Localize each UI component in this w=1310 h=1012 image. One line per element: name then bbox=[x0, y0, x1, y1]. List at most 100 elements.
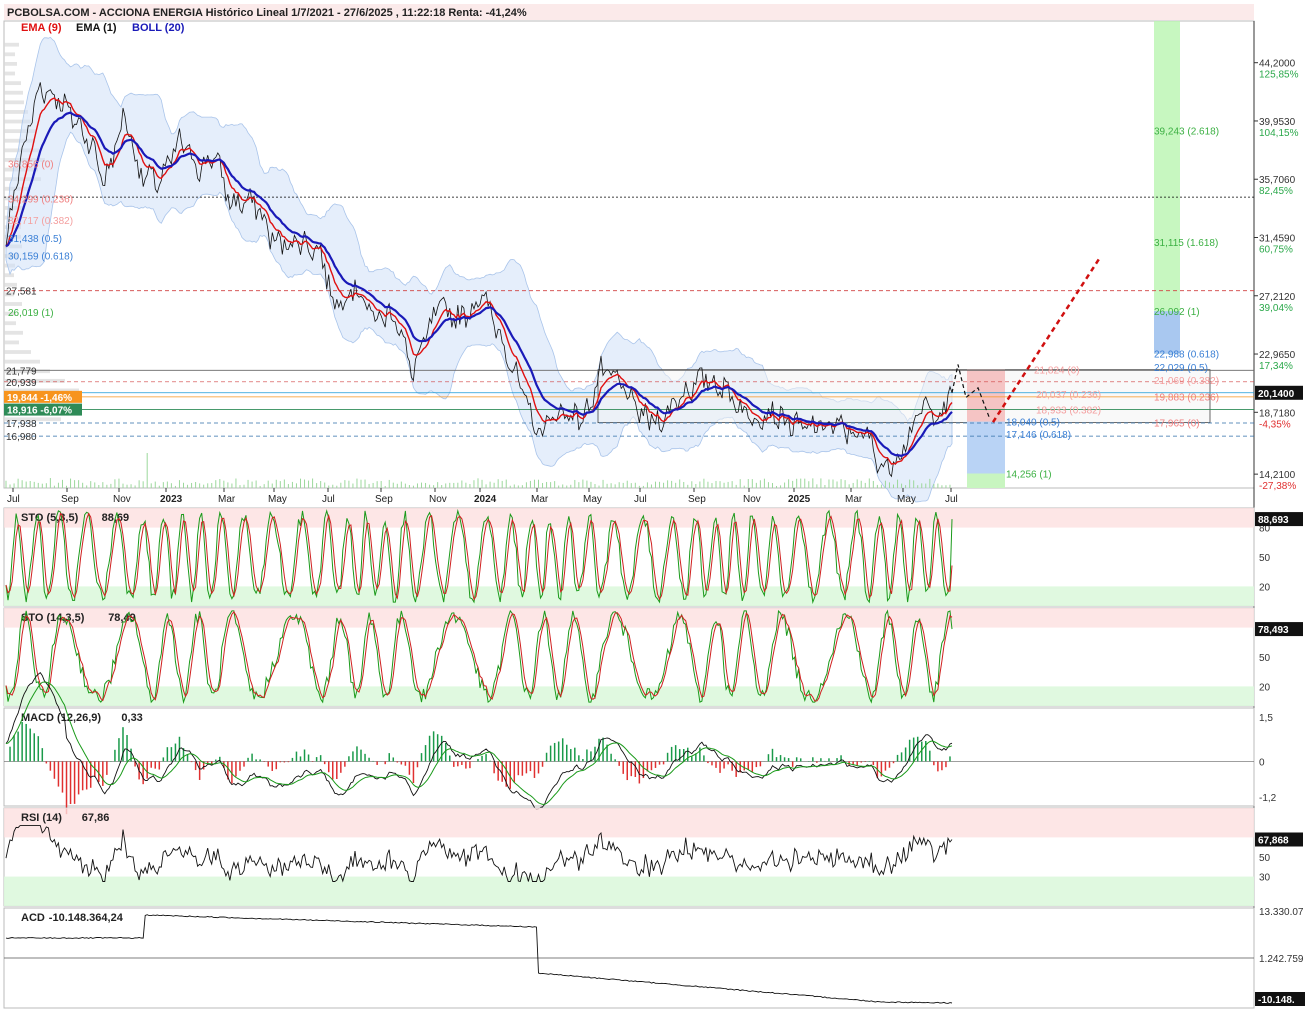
fib-drop-zone-blue bbox=[967, 421, 1005, 474]
panel-label: STO (5,3,5) bbox=[21, 512, 79, 524]
left-level-label: 20,939 bbox=[6, 378, 37, 389]
panel-level-label: 1,5 bbox=[1259, 713, 1273, 724]
last-price-label: 20,1400 bbox=[1258, 389, 1295, 400]
fib-left-label: 32,717 (0.382) bbox=[8, 216, 73, 227]
x-tick-label: Mar bbox=[845, 494, 863, 505]
pct-tick-label: 104,15% bbox=[1259, 128, 1299, 139]
x-tick-label: Jul bbox=[7, 494, 20, 505]
panel-level-label: 20 bbox=[1259, 682, 1271, 693]
price-tick-label: 22,9650 bbox=[1259, 350, 1296, 361]
volume-profile-bar bbox=[4, 302, 22, 306]
x-tick-label: Sep bbox=[61, 494, 79, 505]
panel-level-label: 50 bbox=[1259, 653, 1271, 664]
x-tick-label: Nov bbox=[429, 494, 447, 505]
fib-right-label: 21,824 (0) bbox=[1034, 366, 1080, 377]
panel-level-label: 30 bbox=[1259, 873, 1271, 884]
left-level-label: 27,581 bbox=[6, 287, 37, 298]
consolidation-box bbox=[597, 369, 1211, 424]
bollinger-band bbox=[5, 36, 953, 503]
legend-boll: BOLL (20) bbox=[132, 22, 185, 34]
volume-profile-bar bbox=[4, 273, 14, 278]
panel-level-label: 50 bbox=[1259, 553, 1271, 564]
legend-ema1: EMA (1) bbox=[76, 22, 117, 34]
volume-profile-bar bbox=[4, 90, 23, 95]
volume-profile-bar bbox=[4, 62, 17, 66]
price-tick-label: 35,7060 bbox=[1259, 175, 1296, 186]
volume-profile-bar bbox=[4, 71, 15, 76]
pct-tick-label: -27,38% bbox=[1259, 481, 1296, 492]
x-tick-label: Nov bbox=[113, 494, 131, 505]
fib-right-label: 17,146 (0.618) bbox=[1006, 430, 1071, 441]
fib-drop-zone-green bbox=[967, 473, 1005, 488]
oversold-zone bbox=[4, 876, 1254, 906]
volume-profile-bar bbox=[4, 330, 23, 335]
panel-value: 67,86 bbox=[82, 812, 110, 824]
legend-ema9: EMA (9) bbox=[21, 22, 62, 34]
volume-profile-bar bbox=[4, 81, 21, 86]
fib-right-label: 22,029 (0.5) bbox=[1154, 363, 1208, 374]
fib-right-label: 22,988 (0.618) bbox=[1154, 350, 1219, 361]
x-tick-label: May bbox=[897, 494, 916, 505]
volume-profile-bar bbox=[4, 340, 19, 345]
volume-profile-bar bbox=[4, 359, 40, 364]
x-tick-label: Jul bbox=[634, 494, 647, 505]
fib-right-label: 18,933 (0.382) bbox=[1036, 405, 1101, 416]
fib-left-label: 36,856 (0) bbox=[8, 159, 54, 170]
left-level-label: 17,938 bbox=[6, 419, 37, 430]
pct-tick-label: 39,04% bbox=[1259, 303, 1293, 314]
panel-level-label: -1,2 bbox=[1259, 793, 1277, 804]
panel-last-label: 67,868 bbox=[1258, 835, 1289, 846]
fib-left-label: 26,019 (1) bbox=[8, 308, 54, 319]
x-tick-label: Mar bbox=[531, 494, 549, 505]
fib-left-label: 34,299 (0.236) bbox=[8, 195, 73, 206]
panel-level-label: 50 bbox=[1259, 853, 1271, 864]
left-level-label: 16,980 bbox=[6, 432, 37, 443]
fib-left-label: 31,438 (0.5) bbox=[8, 234, 62, 245]
panel-level-label: 20 bbox=[1259, 582, 1271, 593]
overbought-zone bbox=[4, 508, 1254, 528]
panel-level-label: 1.242.759 bbox=[1259, 954, 1304, 965]
panel-level-label: 0 bbox=[1259, 757, 1265, 768]
panel-label: RSI (14) bbox=[21, 812, 62, 824]
x-tick-label: 2025 bbox=[788, 494, 811, 505]
indicator-panels: 805020STO (5,3,5)88,6988,693805020STO (1… bbox=[3, 507, 1305, 1009]
pct-tick-label: -4,35% bbox=[1259, 419, 1291, 430]
volume-profile-bar bbox=[4, 52, 15, 57]
fib-right-label: 31,115 (1.618) bbox=[1154, 238, 1218, 249]
left-badge-label: 18,916 -6,07% bbox=[7, 406, 72, 417]
fib-left-label: 30,159 (0.618) bbox=[8, 251, 73, 262]
left-level-label: 21,779 bbox=[6, 366, 37, 377]
pct-tick-label: 17,34% bbox=[1259, 361, 1293, 372]
volume-profile-bar bbox=[4, 350, 31, 354]
x-tick-label: Sep bbox=[375, 494, 393, 505]
left-badge-label: 19,844 -1,46% bbox=[7, 393, 72, 404]
panel-value: -10.148.364,24 bbox=[49, 912, 124, 924]
x-tick-label: May bbox=[268, 494, 287, 505]
x-tick-label: 2023 bbox=[160, 494, 183, 505]
x-tick-label: 2024 bbox=[474, 494, 497, 505]
x-tick-label: Sep bbox=[688, 494, 706, 505]
fib-right-label: 14,256 (1) bbox=[1006, 470, 1052, 481]
volume-profile-bar bbox=[4, 100, 24, 105]
acd-line bbox=[5, 914, 953, 1004]
fib-right-label: 17,965 (0) bbox=[1154, 419, 1200, 430]
panel-value: 0,33 bbox=[121, 712, 142, 724]
price-tick-label: 27,2120 bbox=[1259, 292, 1296, 303]
volume-profile-bar bbox=[4, 42, 19, 47]
x-tick-label: Jul bbox=[322, 494, 335, 505]
pct-tick-label: 125,85% bbox=[1259, 70, 1299, 81]
fib-right-label: 26,092 (1) bbox=[1154, 307, 1200, 318]
x-tick-label: May bbox=[583, 494, 602, 505]
x-tick-label: Nov bbox=[743, 494, 761, 505]
price-tick-label: 39,9530 bbox=[1259, 117, 1296, 128]
panel-label: ACD bbox=[21, 912, 45, 924]
fib-right-label: 19,883 (0.236) bbox=[1154, 392, 1219, 403]
fib-target-zone-green bbox=[1154, 21, 1180, 354]
price-tick-label: 31,4590 bbox=[1259, 233, 1296, 244]
panel-value: 78,49 bbox=[108, 612, 136, 624]
chart-title: PCBOLSA.COM - ACCIONA ENERGIA Histórico … bbox=[7, 7, 527, 19]
stock-chart: PCBOLSA.COM - ACCIONA ENERGIA Histórico … bbox=[3, 4, 1305, 1009]
fib-right-label: 21,069 (0.382) bbox=[1154, 376, 1219, 387]
pct-tick-label: 60,75% bbox=[1259, 244, 1293, 255]
panel-last-label: 78,493 bbox=[1258, 625, 1289, 636]
